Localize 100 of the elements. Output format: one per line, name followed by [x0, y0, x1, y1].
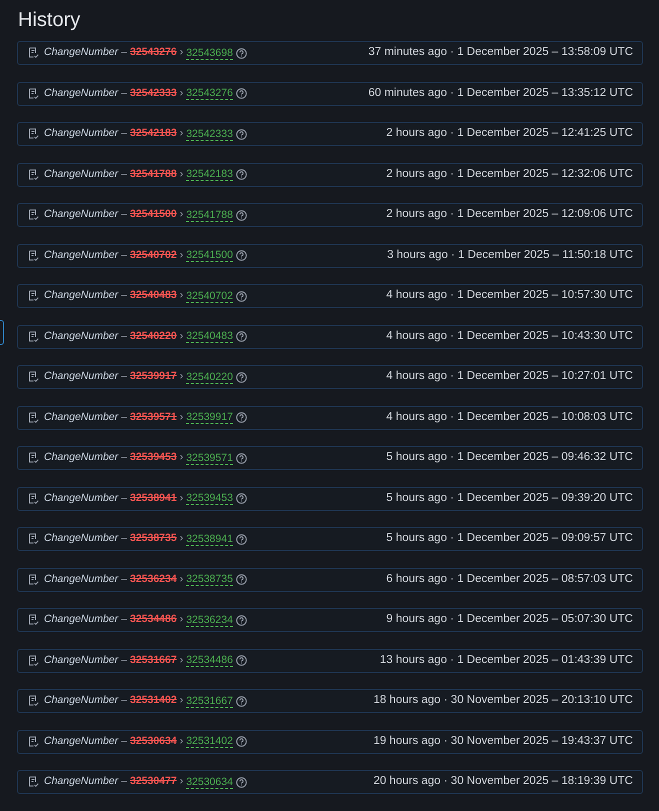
- old-value: 32531402: [130, 693, 177, 708]
- document-check-icon: [28, 250, 39, 262]
- document-check-icon: [28, 47, 39, 59]
- help-icon[interactable]: [236, 736, 247, 747]
- old-value: 32541788: [130, 166, 177, 182]
- help-icon[interactable]: [236, 493, 247, 504]
- arrow-separator: ›: [180, 369, 184, 384]
- arrow-separator: ›: [180, 126, 184, 142]
- document-check-icon: [28, 614, 39, 626]
- arrow-separator: ›: [180, 45, 184, 60]
- timestamp: 2 hours ago · 1 December 2025 – 12:41:25 UTC: [386, 126, 633, 142]
- entry-label: ChangeNumber: [44, 734, 118, 749]
- timestamp: 5 hours ago · 1 December 2025 – 09:09:57 UTC: [386, 531, 633, 546]
- new-value: 32543698: [186, 46, 233, 60]
- dash: –: [121, 207, 127, 222]
- arrow-separator: ›: [180, 328, 184, 344]
- dash: –: [121, 126, 127, 142]
- timestamp: 20 hours ago · 30 November 2025 – 18:19:39 UTC: [373, 774, 633, 790]
- document-check-icon: [28, 776, 39, 788]
- help-icon[interactable]: [236, 48, 247, 58]
- help-icon[interactable]: [236, 655, 247, 666]
- timestamp: 4 hours ago · 1 December 2025 – 10:27:01 UTC: [386, 369, 633, 384]
- new-value: 32541500: [186, 249, 233, 262]
- entry-label: ChangeNumber: [44, 166, 118, 182]
- entry-label: ChangeNumber: [44, 612, 118, 628]
- arrow-separator: ›: [180, 734, 184, 749]
- help-icon[interactable]: [236, 331, 247, 342]
- entry-label: ChangeNumber: [44, 86, 118, 101]
- help-icon[interactable]: [236, 88, 247, 99]
- timestamp: 4 hours ago · 1 December 2025 – 10:08:03 UTC: [386, 410, 633, 425]
- dash: –: [121, 86, 127, 101]
- arrow-separator: ›: [180, 207, 184, 222]
- old-value: 32540702: [130, 248, 177, 263]
- new-value: 32530634: [186, 776, 233, 788]
- new-value: 32540483: [186, 330, 233, 343]
- new-value: 32542183: [186, 168, 233, 181]
- entry-label: ChangeNumber: [44, 531, 118, 546]
- old-value: 32534486: [130, 612, 177, 628]
- document-check-icon: [28, 533, 39, 545]
- arrow-separator: ›: [180, 288, 184, 304]
- help-icon[interactable]: [236, 534, 247, 544]
- help-icon[interactable]: [236, 452, 247, 464]
- dash: –: [121, 248, 127, 263]
- help-icon[interactable]: [236, 128, 247, 140]
- document-check-icon: [28, 88, 39, 100]
- new-value: 32531667: [186, 694, 233, 708]
- help-icon[interactable]: [236, 614, 247, 626]
- help-icon[interactable]: [236, 290, 247, 302]
- entry-label: ChangeNumber: [44, 207, 118, 222]
- old-value: 32540220: [130, 328, 177, 344]
- help-icon[interactable]: [236, 412, 247, 423]
- document-check-icon: [28, 695, 39, 707]
- new-value: 32541788: [186, 208, 233, 222]
- arrow-separator: ›: [180, 774, 184, 790]
- help-icon[interactable]: [236, 776, 247, 788]
- old-value: 32540483: [130, 288, 177, 304]
- new-value: 32538735: [186, 573, 233, 586]
- dash: –: [121, 410, 127, 425]
- timestamp: 5 hours ago · 1 December 2025 – 09:46:32 UTC: [386, 450, 633, 466]
- document-check-icon: [28, 412, 39, 424]
- new-value: 32539917: [186, 411, 233, 424]
- arrow-separator: ›: [180, 490, 184, 506]
- help-icon[interactable]: [236, 574, 247, 585]
- document-check-icon: [28, 574, 39, 586]
- old-value: 32538941: [130, 490, 177, 506]
- new-value: 32542333: [186, 128, 233, 140]
- help-icon[interactable]: [236, 250, 247, 261]
- dash: –: [121, 734, 127, 749]
- entry-label: ChangeNumber: [44, 410, 118, 425]
- old-value: 32538735: [130, 531, 177, 546]
- document-check-icon: [28, 654, 39, 666]
- new-value: 32536234: [186, 614, 233, 626]
- document-check-icon: [28, 290, 39, 302]
- help-icon[interactable]: [236, 169, 247, 180]
- new-value: 32531402: [186, 735, 233, 748]
- page-title: History: [17, 8, 80, 33]
- help-icon[interactable]: [236, 210, 247, 220]
- dash: –: [121, 328, 127, 344]
- timestamp: 18 hours ago · 30 November 2025 – 20:13:10 UTC: [373, 693, 633, 708]
- document-check-icon: [28, 128, 39, 140]
- dash: –: [121, 774, 127, 790]
- timestamp: 4 hours ago · 1 December 2025 – 10:43:30 UTC: [386, 328, 633, 344]
- old-value: 32541500: [130, 207, 177, 222]
- timestamp: 2 hours ago · 1 December 2025 – 12:09:06 UTC: [386, 207, 633, 222]
- old-value: 32539571: [130, 410, 177, 425]
- dash: –: [121, 572, 127, 587]
- timestamp: 5 hours ago · 1 December 2025 – 09:39:20 UTC: [386, 490, 633, 506]
- document-check-icon: [28, 330, 39, 342]
- help-icon[interactable]: [236, 372, 247, 382]
- old-value: 32543276: [130, 45, 177, 60]
- dash: –: [121, 490, 127, 506]
- arrow-separator: ›: [180, 248, 184, 263]
- arrow-separator: ›: [180, 652, 184, 668]
- new-value: 32539453: [186, 492, 233, 505]
- entry-label: ChangeNumber: [44, 774, 118, 790]
- help-icon[interactable]: [236, 696, 247, 706]
- arrow-separator: ›: [180, 612, 184, 628]
- new-value: 32540220: [186, 370, 233, 384]
- old-value: 32542183: [130, 126, 177, 142]
- dash: –: [121, 166, 127, 182]
